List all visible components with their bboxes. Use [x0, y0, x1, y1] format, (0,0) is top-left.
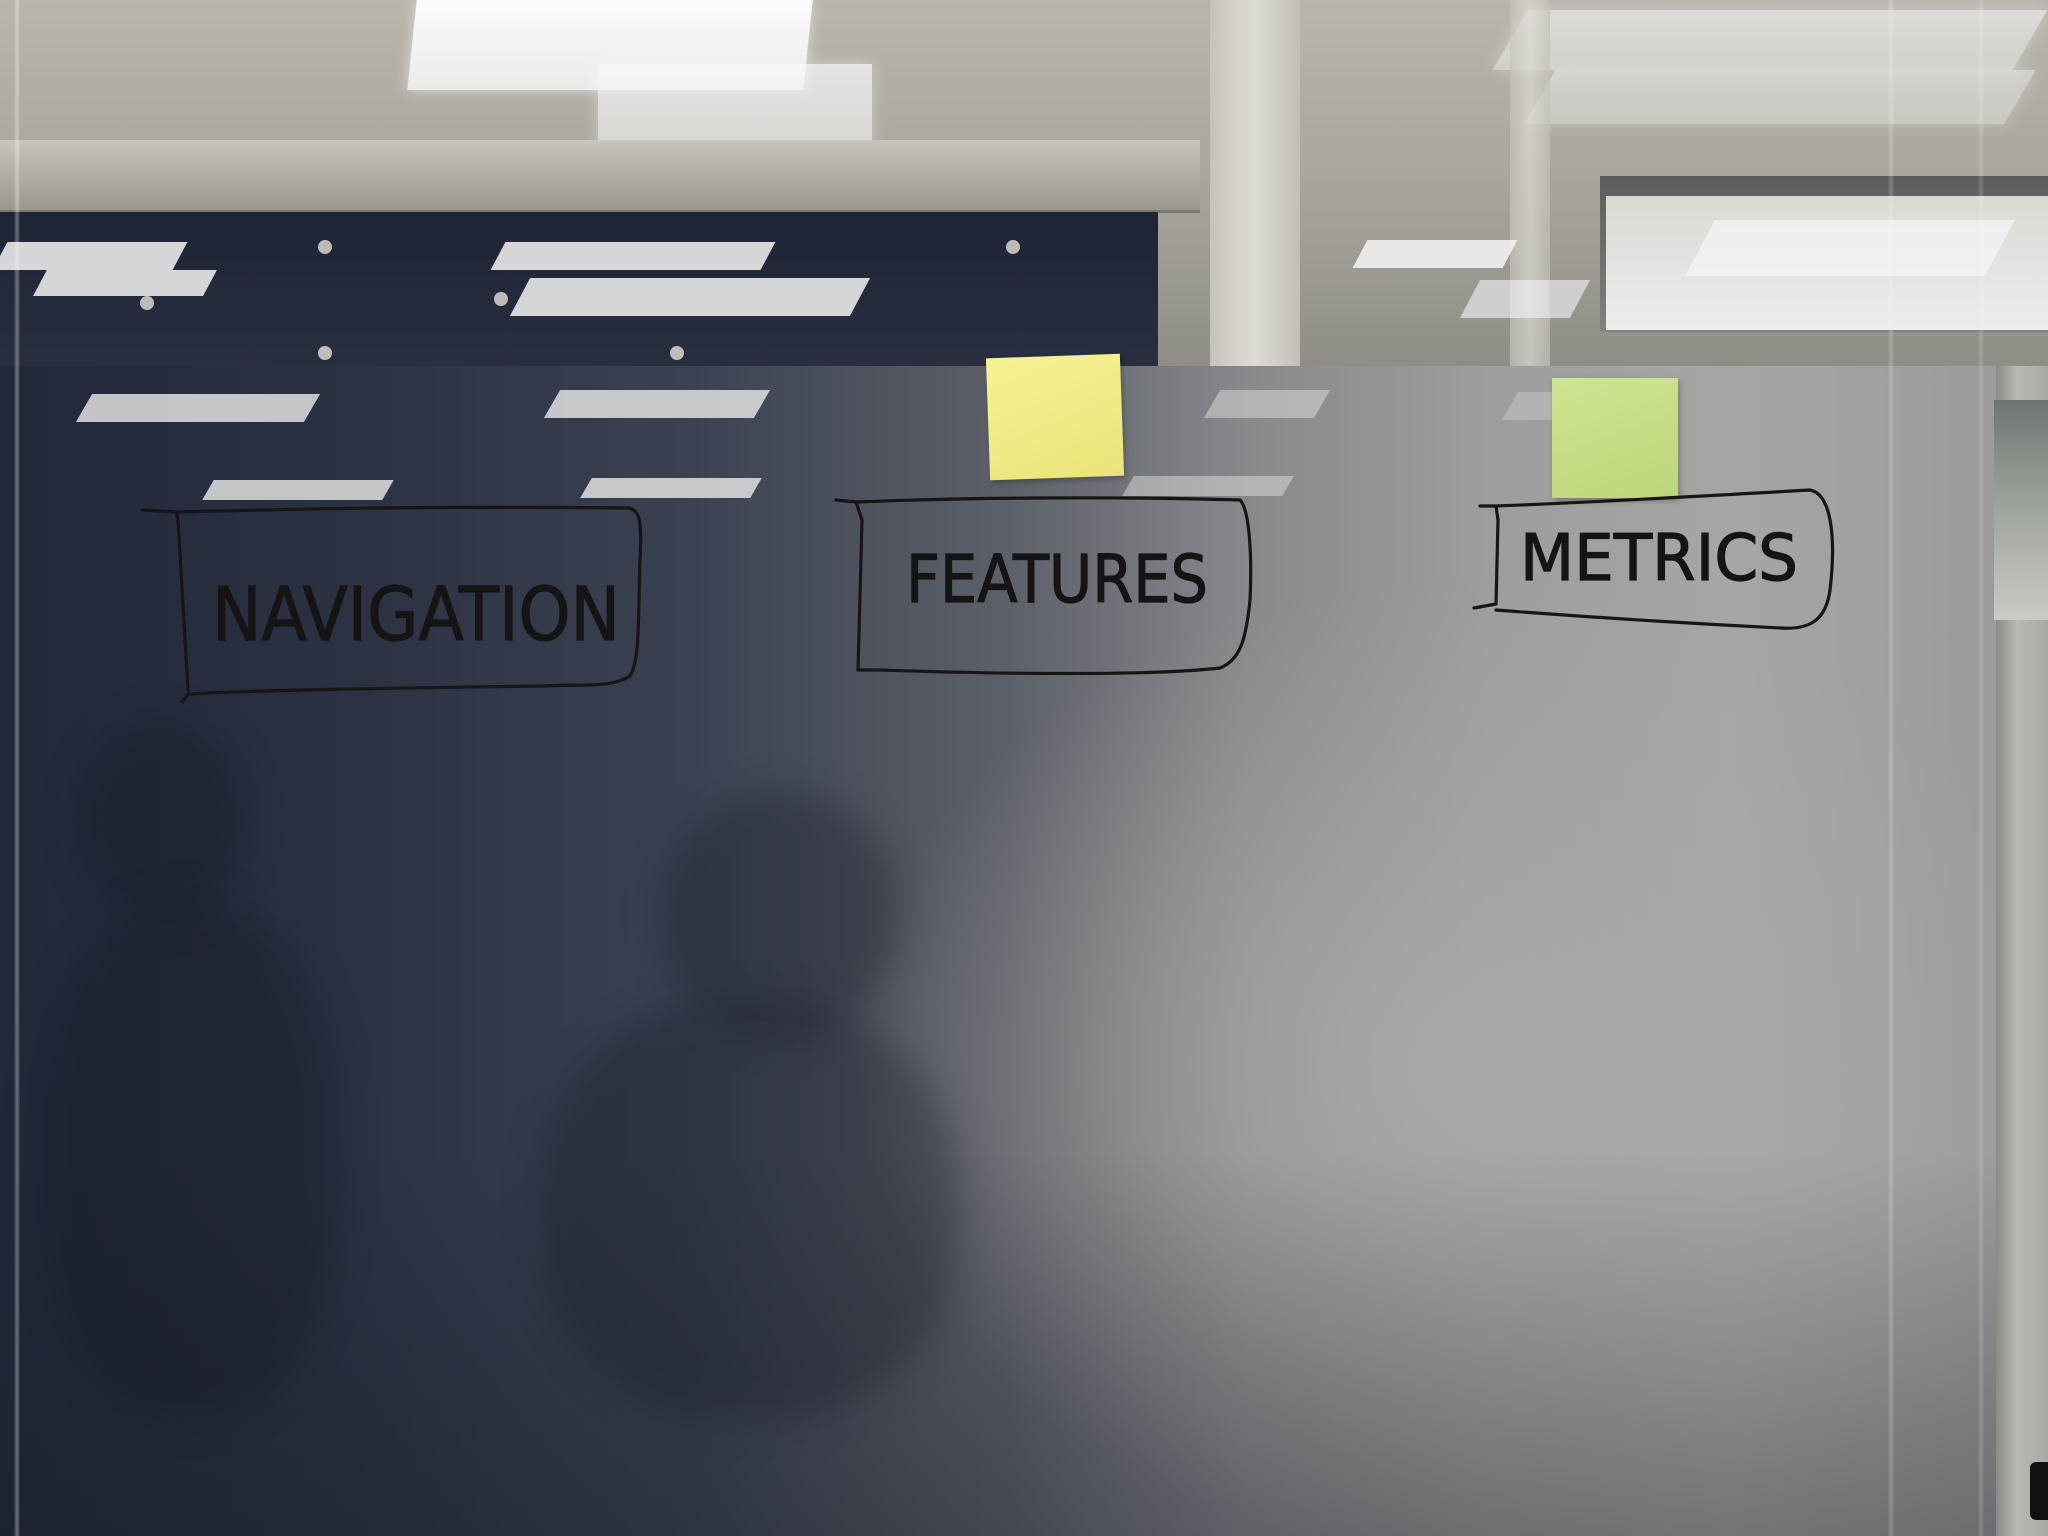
column-header-metrics: METRICS	[1520, 522, 1798, 596]
column-header-features: FEATURES	[906, 541, 1208, 618]
whiteboard-drawing: NAVIGATION FEATURES METRICS	[140, 488, 1835, 704]
door-handle	[2030, 1462, 2048, 1520]
photo-scene: NAVIGATION FEATURES METRICS	[0, 0, 2048, 1536]
column-header-navigation: NAVIGATION	[212, 572, 620, 658]
